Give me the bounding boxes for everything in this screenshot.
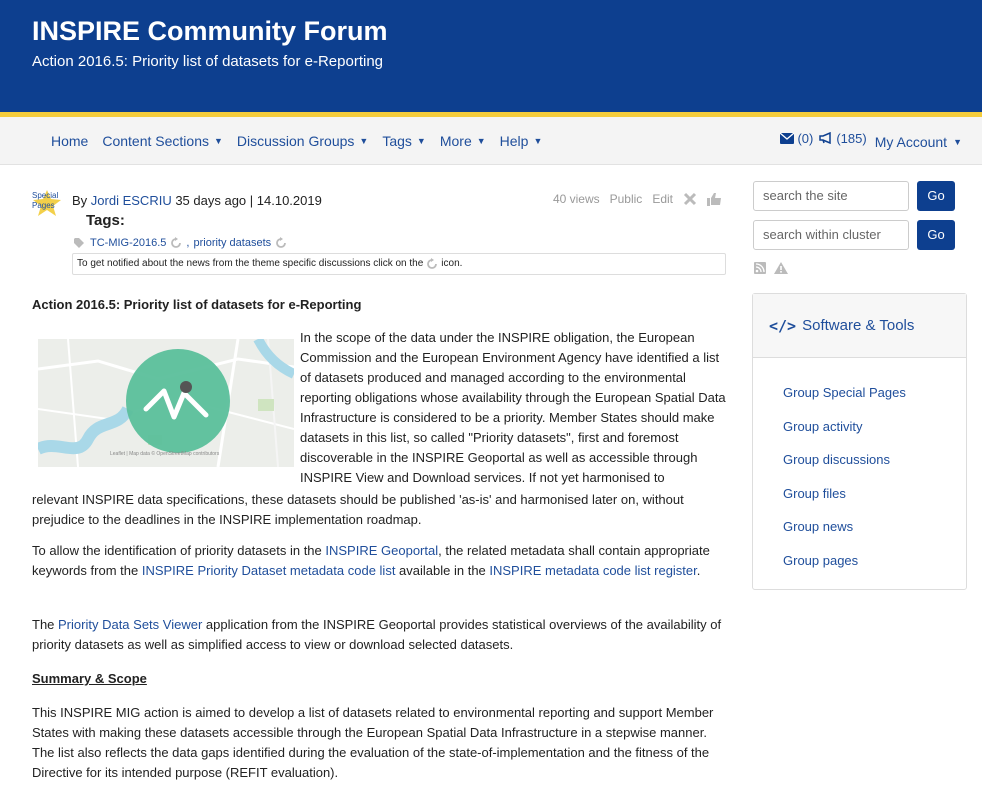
refresh-icon[interactable] [275, 237, 287, 249]
site-title[interactable]: INSPIRE Community Forum [32, 16, 388, 47]
notify-text: To get notified about the news from the … [77, 258, 424, 269]
nav-user-area: (0) (185) My Account ▼ [780, 126, 962, 150]
author-link[interactable]: Jordi ESCRIU [91, 193, 172, 208]
refresh-icon [427, 258, 438, 269]
nav-item-label: Home [51, 133, 89, 149]
announcements-count: (185) [836, 130, 867, 146]
nav-item-label: Help [499, 133, 529, 149]
tag-link[interactable]: TC-MIG-2016.5 [90, 233, 166, 253]
nav-item-label: Content Sections [102, 133, 209, 149]
warning-icon[interactable] [774, 262, 788, 274]
post-actions: 40 views Public Edit [553, 189, 722, 209]
messages-link[interactable]: (0) [780, 131, 813, 146]
nav-item-more[interactable]: More ▼ [440, 133, 486, 149]
megaphone-icon [819, 132, 832, 144]
sidebar-small-icons [754, 262, 788, 274]
edit-link[interactable]: Edit [652, 189, 673, 209]
byline-prefix: By [72, 193, 91, 208]
search-site-input[interactable]: search the site [753, 181, 909, 211]
tag-icon [74, 238, 84, 248]
map-image: Leaflet | Map data © OpenStreetMap contr… [38, 339, 294, 467]
group-pages-link[interactable]: Group pages [783, 544, 966, 578]
my-account-label: My Account [874, 134, 948, 150]
article-paragraph: relevant INSPIRE data specifications, th… [32, 492, 684, 527]
nav-item-content-sections[interactable]: Content Sections ▼ [102, 133, 223, 149]
search-cluster-input[interactable]: search within cluster [753, 220, 909, 250]
rss-icon[interactable] [754, 262, 766, 274]
tag-link[interactable]: priority datasets [193, 233, 271, 253]
article-title: Action 2016.5: Priority list of datasets… [32, 297, 362, 312]
code-icon: </> [769, 316, 797, 335]
nav-item-discussion-groups[interactable]: Discussion Groups ▼ [237, 133, 368, 149]
paragraph-text: available in the [395, 563, 490, 578]
caret-down-icon: ▼ [533, 136, 543, 146]
messages-count: (0) [797, 130, 814, 146]
priority-dataset-code-list-link[interactable]: INSPIRE Priority Dataset metadata code l… [142, 563, 396, 578]
delete-icon[interactable] [683, 192, 697, 206]
article-paragraph: To allow the identification of priority … [32, 541, 730, 581]
group-activity-link[interactable]: Group activity [783, 410, 966, 444]
site-subtitle: Action 2016.5: Priority list of datasets… [32, 53, 384, 70]
views-count: 40 views [552, 192, 600, 206]
notify-text-end: icon. [441, 258, 463, 269]
caret-down-icon: ▼ [953, 137, 962, 147]
group-discussions-link[interactable]: Group discussions [783, 443, 966, 477]
announcements-link[interactable]: (185) [819, 130, 867, 146]
thumbs-up-icon[interactable] [707, 192, 722, 206]
tags-row: TC-MIG-2016.5 , priority datasets [74, 233, 287, 253]
group-special-pages-link[interactable]: Group Special Pages [783, 376, 966, 410]
nav-item-label: More [439, 133, 472, 149]
article-paragraph: This INSPIRE MIG action is aimed to deve… [32, 705, 714, 780]
software-tools-list: Group Special Pages Group activity Group… [753, 358, 966, 577]
paragraph-text: . [696, 563, 701, 578]
map-credit: Leaflet | Map data © OpenStreetMap contr… [110, 451, 220, 457]
main-nav: Home Content Sections ▼ Discussion Group… [0, 117, 982, 165]
search-site-go-button[interactable]: Go [917, 181, 955, 211]
nav-item-label: Tags [382, 133, 412, 149]
site-header: INSPIRE Community Forum Action 2016.5: P… [0, 0, 982, 112]
caret-down-icon: ▼ [213, 136, 223, 146]
visibility-label: Public [609, 192, 643, 206]
group-files-link[interactable]: Group files [783, 477, 966, 511]
nav-item-home[interactable]: Home [51, 133, 88, 149]
post-byline: By Jordi ESCRIU 35 days ago | 14.10.2019 [72, 191, 322, 211]
paragraph-text: The [32, 617, 59, 632]
caret-down-icon: ▼ [359, 136, 369, 146]
nav-item-tags[interactable]: Tags ▼ [382, 133, 426, 149]
byline-date: 35 days ago | 14.10.2019 [171, 193, 322, 208]
my-account-menu[interactable]: My Account ▼ [875, 134, 962, 150]
nav-item-label: Discussion Groups [236, 133, 355, 149]
group-news-link[interactable]: Group news [783, 510, 966, 544]
notify-info-box: To get notified about the news from the … [72, 253, 726, 275]
tags-label: Tags: [86, 212, 125, 229]
software-tools-panel: </> Software & Tools Group Special Pages… [752, 293, 967, 590]
metadata-code-list-register-link[interactable]: INSPIRE metadata code list register [489, 563, 696, 578]
article-paragraph: In the scope of the data under the INSPI… [300, 330, 726, 485]
special-pages-badge[interactable]: Special Pages [32, 191, 66, 211]
article-paragraph: The Priority Data Sets Viewer applicatio… [32, 615, 730, 655]
search-cluster-go-button[interactable]: Go [917, 220, 955, 250]
paragraph-text: To allow the identification of priority … [32, 543, 326, 558]
priority-data-sets-viewer-link[interactable]: Priority Data Sets Viewer [58, 617, 202, 632]
software-tools-header: </> Software & Tools [753, 294, 966, 358]
inspire-geoportal-link[interactable]: INSPIRE Geoportal [325, 543, 438, 558]
tag-separator: , [186, 237, 190, 249]
caret-down-icon: ▼ [476, 136, 486, 146]
envelope-icon [780, 132, 795, 144]
nav-menu: Home Content Sections ▼ Discussion Group… [51, 133, 542, 149]
software-tools-title: Software & Tools [802, 317, 915, 334]
refresh-icon[interactable] [170, 237, 182, 249]
summary-scope-heading: Summary & Scope [32, 671, 147, 686]
nav-item-help[interactable]: Help ▼ [500, 133, 543, 149]
caret-down-icon: ▼ [416, 136, 426, 146]
